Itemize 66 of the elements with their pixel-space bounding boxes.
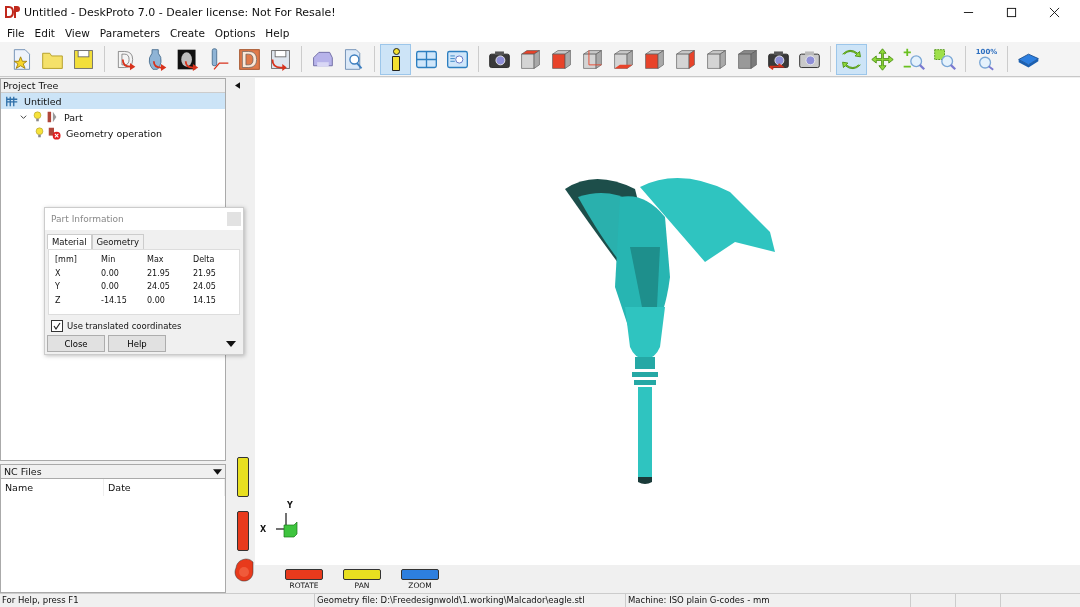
close-icon[interactable]	[1049, 6, 1060, 18]
column-header[interactable]: Name	[1, 479, 104, 496]
maximize-icon[interactable]	[1006, 6, 1017, 18]
dialog-button[interactable]: Help	[108, 335, 166, 352]
menu-item[interactable]: Parameters	[94, 27, 165, 39]
zoom-window-icon	[932, 46, 957, 72]
table-cell-text: 14.15	[193, 295, 217, 307]
lightbulb-icon[interactable]	[35, 127, 44, 139]
collapse-arrow-icon[interactable]	[235, 82, 240, 89]
menu-item[interactable]: Edit	[29, 27, 60, 39]
table-cell-text: Z	[55, 295, 62, 307]
table-cell-text: 21.95	[147, 268, 171, 280]
axis-triad-drawing: Y X	[260, 501, 300, 545]
zoom-icon	[901, 46, 926, 72]
move-icon	[870, 46, 895, 72]
lightbulb-icon[interactable]	[33, 111, 42, 123]
column-header: Max	[147, 255, 165, 266]
menu-item[interactable]: View	[59, 27, 95, 39]
table-cell-text: Y	[55, 282, 61, 293]
view-control-slider[interactable]	[285, 569, 323, 580]
dialog-button[interactable]: Close	[47, 335, 105, 352]
table-cell-text: 0.00	[147, 295, 166, 307]
chevron-down-icon[interactable]	[19, 112, 28, 122]
table-cell-text: 0.00	[101, 268, 120, 280]
panel-header: Project Tree	[1, 79, 225, 93]
menu-item[interactable]: File	[2, 27, 30, 39]
view-control-slider[interactable]	[401, 569, 439, 580]
status-text: Machine: ISO plain G-codes - mm	[626, 594, 911, 607]
column-header: [mm]	[55, 255, 78, 266]
part-icon	[45, 110, 59, 124]
tree-item[interactable]: Untitled	[1, 93, 225, 109]
table-cell-text: 24.05	[193, 282, 217, 293]
app-logo-icon	[4, 4, 20, 20]
tab[interactable]: Material	[47, 234, 92, 249]
info-icon	[391, 47, 400, 71]
window-title: Untitled - DeskProto 7.0 - Dealer license: Not For Resale!	[24, 5, 336, 19]
table-cell-text: X	[55, 268, 62, 280]
table-cell-text: 21.95	[193, 268, 217, 280]
status-text: For Help, press F1	[0, 594, 315, 607]
letter-icon	[237, 46, 262, 72]
menu-item[interactable]: Options	[209, 27, 261, 39]
dropdown-arrow-icon[interactable]	[226, 340, 236, 347]
tree-item[interactable]: Geometry operation	[1, 125, 225, 141]
tree-item[interactable]: Part	[1, 109, 225, 125]
column-header: Delta	[193, 255, 216, 266]
pan-slider[interactable]	[236, 457, 249, 497]
tab[interactable]: Geometry	[91, 234, 144, 249]
table-cell-text: -14.15	[101, 295, 128, 307]
menu-item[interactable]: Create	[164, 27, 210, 39]
column-header: Min	[101, 255, 117, 266]
panel-header[interactable]: NC Files	[1, 465, 225, 479]
status-text: Geometry file: D:\Freedesignwold\1.working\Malcador\eagle.stl	[315, 594, 626, 607]
column-header[interactable]: Date	[104, 479, 225, 496]
table-cell-text: 0.00	[101, 282, 120, 293]
checkbox[interactable]	[51, 320, 63, 332]
magnifier-icon	[977, 55, 996, 71]
operation-error-icon	[47, 126, 61, 140]
view-control-slider[interactable]	[343, 569, 381, 580]
dropdown-arrow-icon[interactable]	[213, 468, 222, 475]
dialog-title: Part Information	[51, 214, 124, 224]
toolbar-button[interactable]	[380, 43, 411, 75]
model-viewport[interactable]: Y X	[255, 78, 1080, 565]
checkbox-label[interactable]: Use translated coordinates	[67, 321, 182, 331]
rotate-slider[interactable]	[236, 511, 249, 551]
table-cell-text: 24.05	[147, 282, 171, 293]
menu-item[interactable]: Help	[260, 27, 295, 39]
